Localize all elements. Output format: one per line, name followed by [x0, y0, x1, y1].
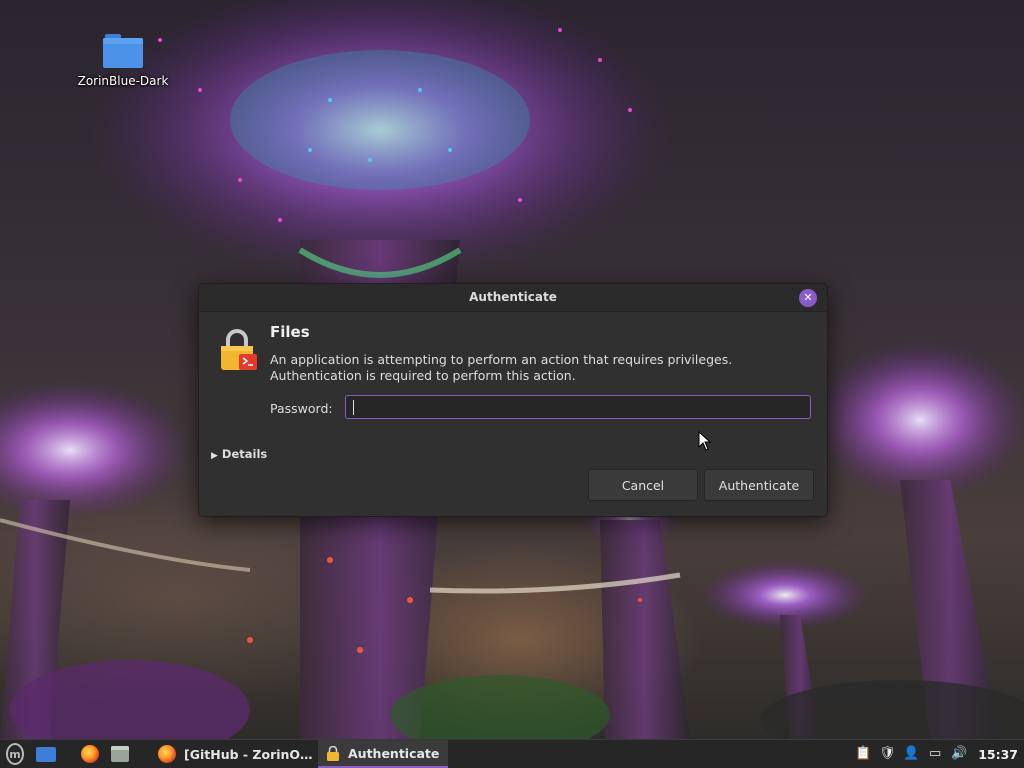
system-tray: 📋 🛡 👤 ▭ 🔊 15:37 — [854, 745, 1024, 763]
firefox-icon — [158, 745, 176, 763]
launcher-firefox[interactable] — [78, 742, 102, 766]
desktop-folder-icon[interactable]: ZorinBlue-Dark — [72, 30, 174, 88]
dialog-titlebar[interactable]: Authenticate ✕ — [199, 284, 827, 312]
clock[interactable]: 15:37 — [978, 747, 1018, 762]
taskbar-window-authenticate[interactable]: Authenticate — [318, 740, 448, 768]
files-icon — [111, 746, 129, 762]
shield-update-icon[interactable]: 🛡 — [878, 745, 896, 763]
user-icon[interactable]: 👤 — [902, 745, 920, 763]
clipboard-icon[interactable]: 📋 — [854, 745, 872, 763]
show-desktop-button[interactable] — [34, 742, 58, 766]
close-button[interactable]: ✕ — [799, 289, 817, 307]
close-icon: ✕ — [803, 291, 813, 304]
mint-menu-icon: m — [6, 743, 24, 765]
details-label: Details — [221, 447, 268, 461]
taskbar-window-github[interactable]: [GitHub - ZorinO… — [150, 740, 318, 768]
cancel-button[interactable]: Cancel — [588, 469, 698, 501]
desktop-icon-label: ZorinBlue-Dark — [77, 74, 169, 88]
firefox-icon — [81, 745, 99, 763]
show-desktop-icon — [36, 746, 56, 762]
menu-button[interactable]: m — [0, 742, 24, 766]
volume-icon[interactable]: 🔊 — [950, 745, 968, 763]
triangle-right-icon: ▶ — [211, 451, 218, 461]
lock-icon — [221, 329, 257, 370]
taskbar-window-label: Authenticate — [348, 745, 440, 761]
folder-icon — [103, 34, 143, 68]
lock-icon — [327, 745, 339, 761]
password-label: Password: — [270, 401, 333, 416]
auth-message: An application is attempting to perform … — [270, 352, 733, 383]
taskbar: m [GitHub - ZorinO… Authenticate 📋 🛡 👤 ▭… — [0, 739, 1024, 768]
authenticate-dialog: Authenticate ✕ Files An application is a… — [198, 283, 828, 517]
password-input[interactable] — [345, 395, 811, 419]
taskbar-window-label: [GitHub - ZorinO… — [184, 746, 313, 762]
details-expander[interactable]: ▶ Details — [211, 447, 267, 461]
dialog-title: Authenticate — [469, 290, 557, 304]
text-caret — [353, 400, 354, 415]
authenticate-button[interactable]: Authenticate — [704, 469, 814, 501]
app-name: Files — [270, 323, 310, 341]
launcher-files[interactable] — [108, 742, 132, 766]
mouse-pointer-icon — [698, 431, 712, 451]
network-icon[interactable]: ▭ — [926, 745, 944, 763]
